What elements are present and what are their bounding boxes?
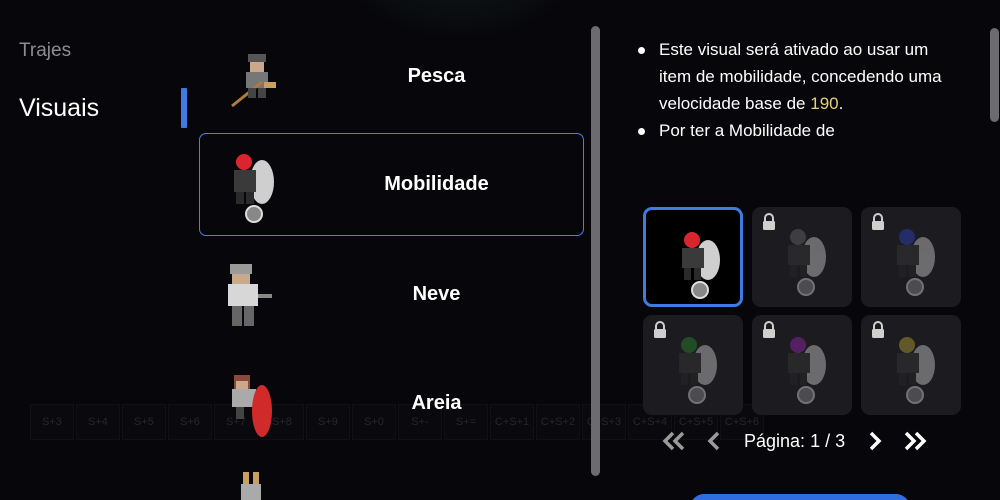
description-bullet-2: Por ter a Mobilidade de — [638, 117, 963, 144]
total-pages: 3 — [835, 430, 846, 451]
list-scrollbar[interactable] — [591, 26, 600, 476]
description-text: Este visual será ativado ao usar um item… — [659, 40, 942, 113]
skin-variant-gray[interactable] — [752, 207, 852, 307]
skin-variant-purple[interactable] — [752, 315, 852, 415]
lock-icon — [872, 321, 884, 338]
lock-icon — [763, 213, 775, 230]
chevron-left-icon — [707, 431, 720, 451]
visual-item-areia[interactable]: Areia — [199, 352, 584, 455]
action-button-partial[interactable] — [690, 494, 910, 500]
visual-item-label: Pesca — [407, 65, 466, 87]
page-indicator: Página: 1 / 3 — [744, 431, 845, 452]
description-punct: . — [838, 94, 844, 113]
visual-item-pesca[interactable]: Pesca — [199, 25, 584, 128]
chevron-right-icon — [869, 431, 882, 451]
snow-character-icon — [228, 264, 272, 326]
visual-item-mobilidade[interactable]: Mobilidade — [199, 133, 584, 236]
mobility-character-red-icon — [682, 232, 720, 299]
visual-list: Pesca Mobilidade Neve Areia — [195, 0, 590, 500]
sand-character-icon — [232, 375, 272, 437]
description-bullet-1: Este visual será ativado ao usar um item… — [638, 36, 963, 117]
skin-variant-yellow[interactable] — [861, 315, 961, 415]
nav-item-visuais[interactable]: Visuais — [19, 94, 99, 123]
skin-variant-grid — [643, 207, 963, 415]
description-text: Por ter a Mobilidade de — [659, 121, 835, 140]
visual-item-label: Mobilidade — [384, 173, 489, 195]
double-chevron-right-icon — [904, 431, 927, 451]
next-page-button[interactable] — [861, 427, 889, 455]
skin-variant-green[interactable] — [643, 315, 743, 415]
lock-icon — [763, 321, 775, 338]
double-chevron-left-icon — [662, 431, 685, 451]
mobility-character-purple-icon — [788, 337, 826, 404]
current-page: 1 — [810, 430, 821, 451]
pagination: Página: 1 / 3 — [660, 426, 950, 456]
nav-item-trajes[interactable]: Trajes — [19, 40, 71, 62]
mobility-character-yellow-icon — [897, 337, 935, 404]
last-page-button[interactable] — [901, 427, 929, 455]
visual-item-neve[interactable]: Neve — [199, 243, 584, 346]
visual-item-label: Areia — [411, 392, 462, 414]
mobility-character-gray-icon — [788, 229, 826, 296]
skin-variant-red[interactable] — [643, 207, 743, 307]
visual-description: Este visual será ativado ao usar um item… — [638, 36, 963, 144]
category-nav: Trajes Visuais — [0, 0, 195, 500]
first-page-button[interactable] — [660, 427, 688, 455]
mobility-character-blue-icon — [897, 229, 935, 296]
page-label-text: Página: — [744, 430, 806, 451]
lock-icon — [654, 321, 666, 338]
next-character-partial-icon — [241, 472, 261, 500]
visual-item-label: Neve — [412, 283, 461, 305]
speed-value: 190 — [810, 94, 839, 113]
prev-page-button[interactable] — [700, 427, 728, 455]
lock-icon — [872, 213, 884, 230]
mobility-character-green-icon — [679, 337, 717, 404]
skin-variant-blue[interactable] — [861, 207, 961, 307]
mobility-character-icon — [234, 154, 274, 223]
description-scrollbar[interactable] — [990, 28, 999, 122]
fishing-character-icon — [231, 54, 276, 108]
nav-active-indicator — [181, 88, 187, 128]
detail-panel: Este visual será ativado ao usar um item… — [610, 0, 1000, 500]
page-separator: / — [825, 430, 831, 451]
